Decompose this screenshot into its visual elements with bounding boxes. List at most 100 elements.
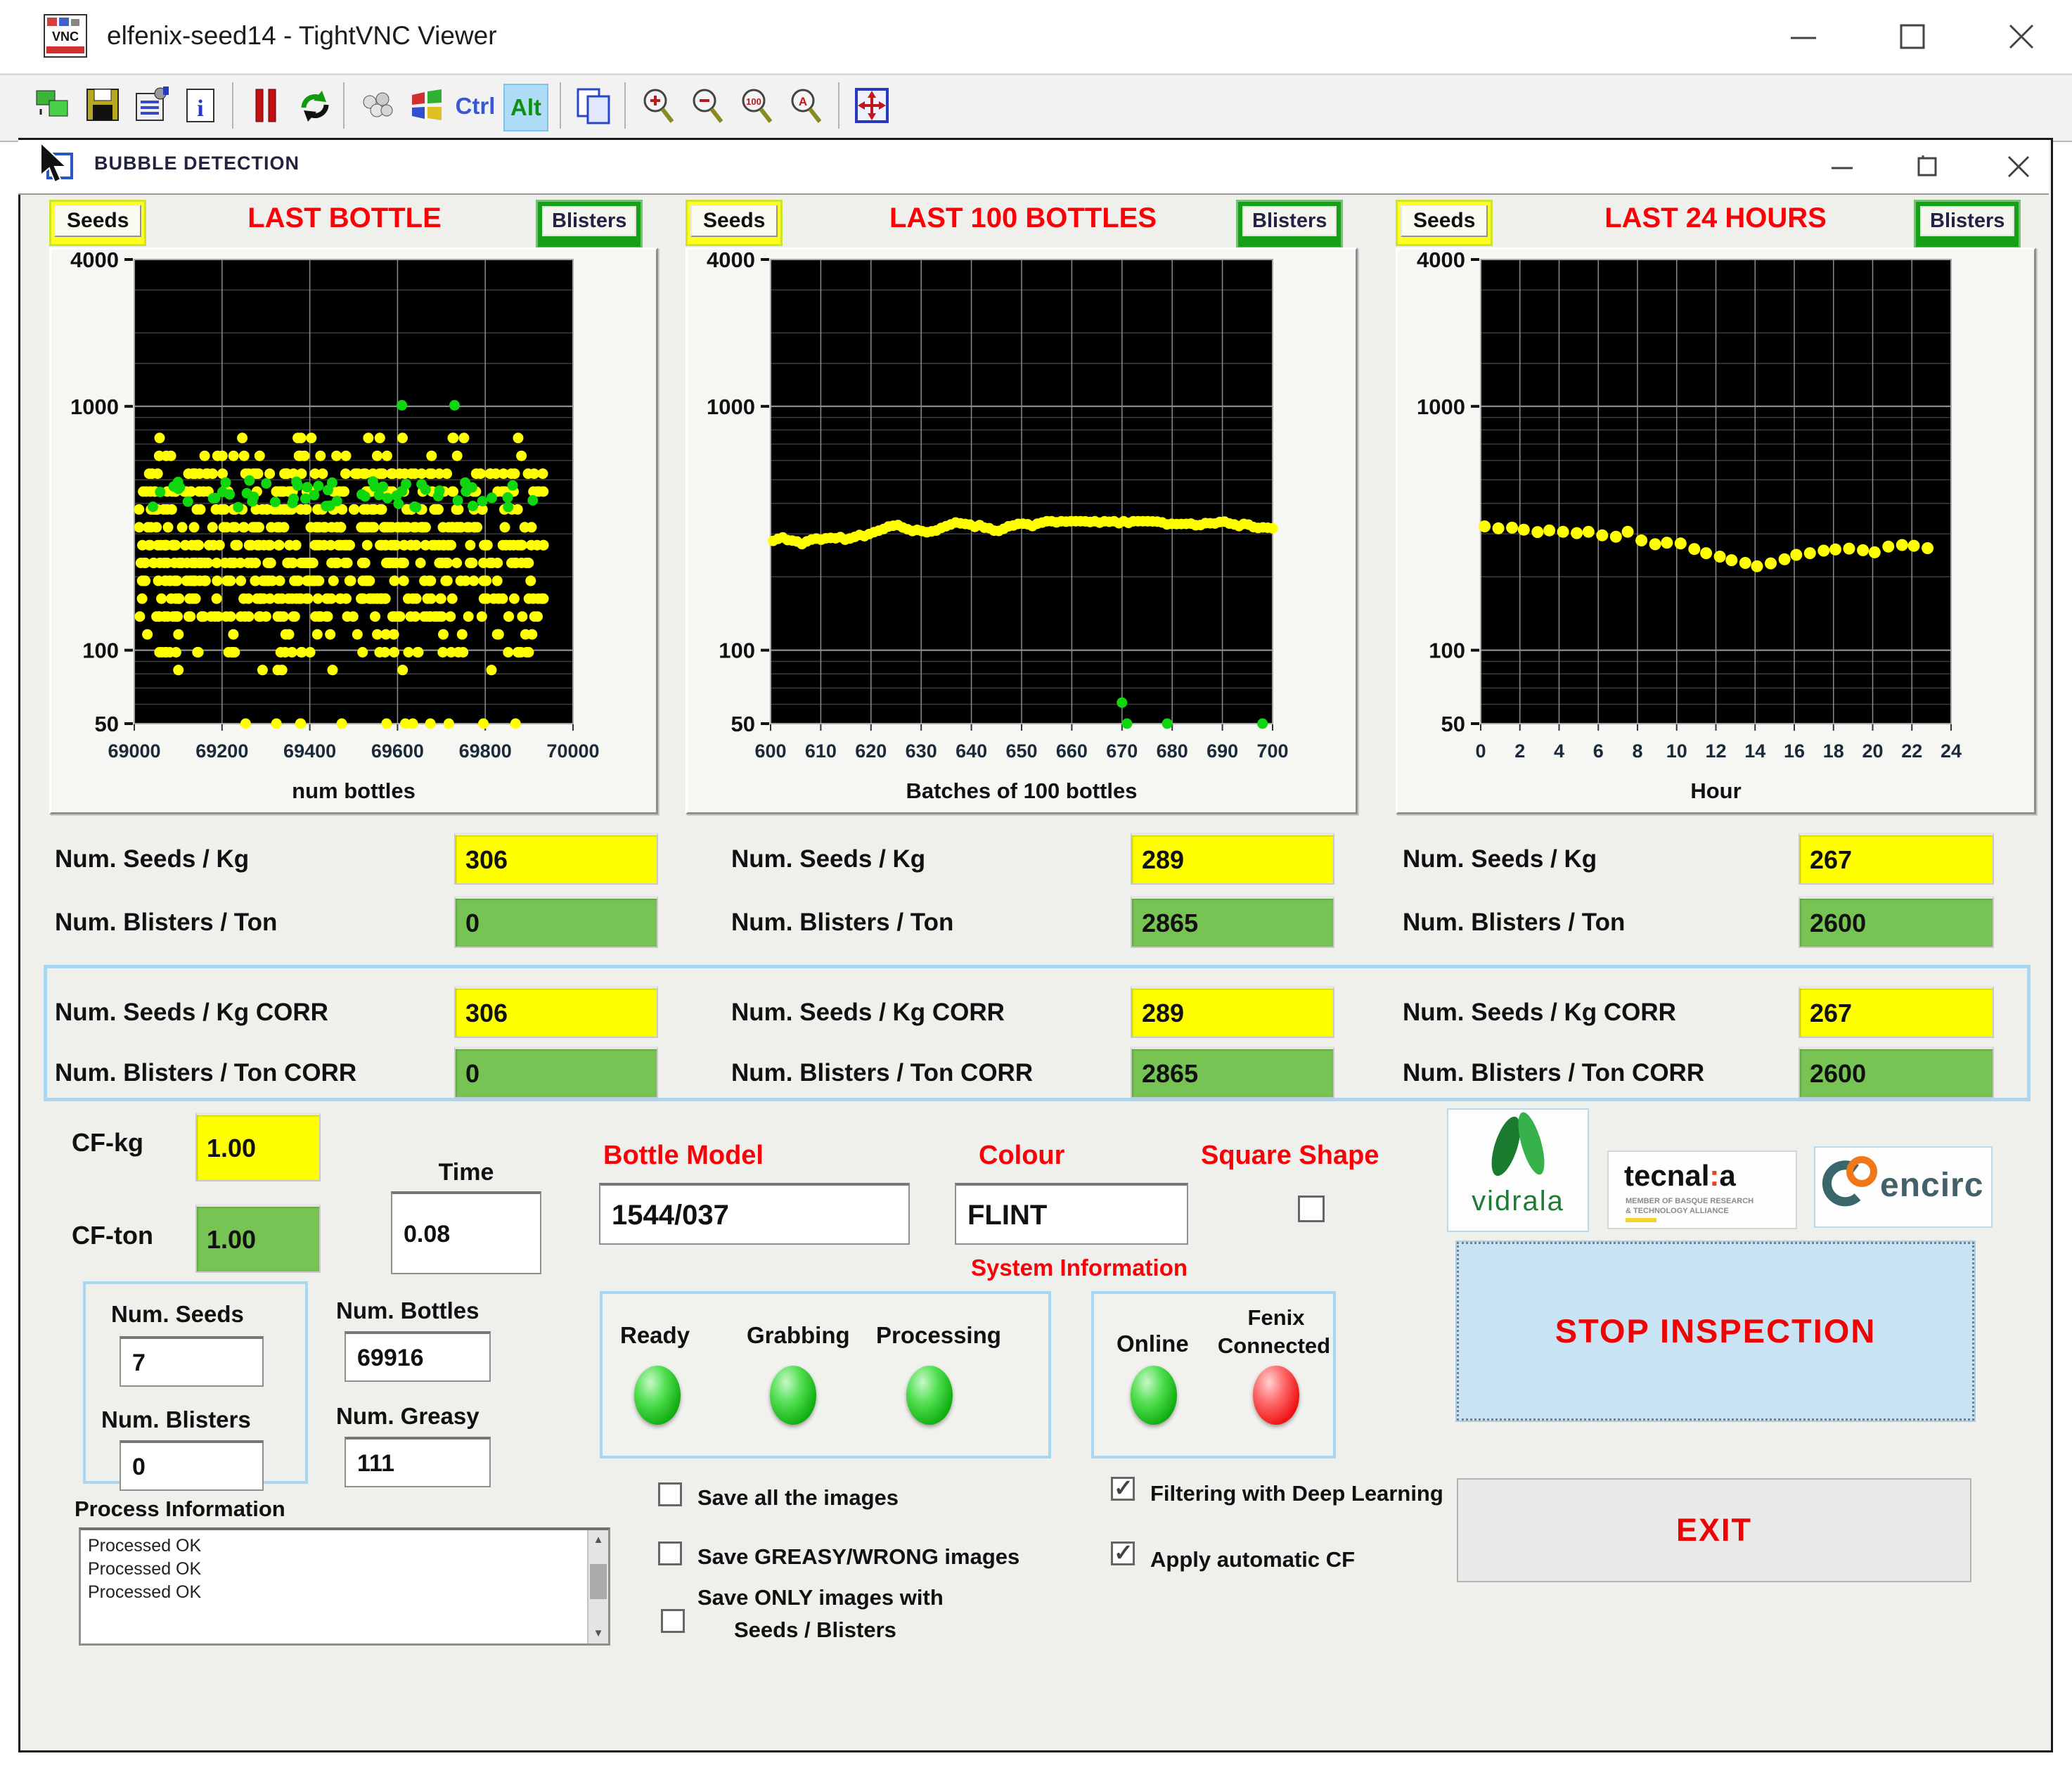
svg-text:Hour: Hour: [1690, 778, 1741, 803]
scroll-down-icon[interactable]: ▼: [588, 1624, 608, 1643]
num-bottles-field[interactable]: 69916: [345, 1331, 491, 1382]
app-minimize-button[interactable]: [1818, 151, 1867, 182]
bottle-model-field[interactable]: 1544/037: [599, 1183, 910, 1245]
colour-label: Colour: [979, 1141, 1064, 1171]
save-all-images-checkbox[interactable]: [658, 1482, 682, 1506]
apply-automatic-cf-label: Apply automatic CF: [1150, 1547, 1355, 1572]
process-information-label: Process Information: [75, 1496, 285, 1522]
chart-last-24-hours: 0246810121416182022244000100010050400000…: [1396, 248, 2036, 814]
num-greasy-field[interactable]: 111: [345, 1437, 491, 1487]
time-field[interactable]: 0.08: [391, 1191, 541, 1274]
connection-info-icon[interactable]: i: [180, 84, 222, 129]
connection-options-icon[interactable]: [131, 84, 173, 129]
svg-text:12: 12: [1705, 741, 1726, 762]
online-label: Online: [1117, 1331, 1189, 1357]
blisters-button-panel2[interactable]: Blisters: [1236, 200, 1343, 249]
process-log[interactable]: Processed OK Processed OK Processed OK ▲…: [79, 1527, 610, 1646]
num-blisters-label: Num. Blisters: [101, 1406, 251, 1433]
save-only-seeds-blisters-checkbox[interactable]: [661, 1609, 685, 1633]
refresh-icon[interactable]: [294, 84, 336, 129]
new-connection-icon[interactable]: [32, 84, 75, 129]
encirc-logo: encirc: [1814, 1146, 1993, 1228]
num-seeds-kg-label: Num. Seeds / Kg: [55, 845, 249, 873]
process-log-scrollbar[interactable]: ▲ ▼: [587, 1530, 608, 1643]
blisters-button-label: Blisters: [1920, 206, 2014, 236]
send-keys-icon[interactable]: [356, 84, 398, 129]
square-shape-checkbox[interactable]: [1298, 1196, 1325, 1222]
svg-text:100: 100: [82, 639, 119, 663]
encirc-wordmark: encirc: [1880, 1166, 1983, 1205]
blisters-button-panel3[interactable]: Blisters: [1914, 200, 2021, 249]
svg-text:1000: 1000: [70, 395, 119, 419]
maximize-button[interactable]: [1881, 15, 1944, 58]
num-blisters-ton-label: Num. Blisters / Ton: [731, 909, 953, 937]
zoom-in-icon[interactable]: [637, 84, 679, 129]
tecnalia-tagline-1: MEMBER OF BASQUE RESEARCH: [1626, 1197, 1754, 1205]
save-greasy-wrong-checkbox[interactable]: [658, 1541, 682, 1565]
svg-text:num bottles: num bottles: [292, 778, 416, 803]
svg-text:650: 650: [1005, 741, 1037, 762]
save-icon[interactable]: [82, 84, 124, 129]
process-log-line: Processed OK: [81, 1558, 608, 1581]
svg-text:8: 8: [1632, 741, 1642, 762]
chart-title-last-24h: LAST 24 HOURS: [1533, 203, 1898, 234]
mouse-cursor: [34, 141, 76, 191]
filtering-deep-learning-checkbox[interactable]: [1111, 1477, 1135, 1501]
tightvnc-window: VNC elfenix-seed14 - TightVNC Viewer i: [0, 0, 2072, 1782]
scatter-plot-last-bottle: 6900069200694006960069800700004000100010…: [51, 250, 656, 812]
num-blisters-ton-value-2: 2865: [1131, 896, 1334, 948]
send-windows-key-icon[interactable]: [405, 84, 447, 129]
tecnalia-yellow-bar: [1626, 1218, 1656, 1222]
svg-text:4000: 4000: [1417, 250, 1465, 272]
num-seeds-kg-value-1: 306: [454, 833, 658, 885]
num-seeds-kg-corr-value-3: 267: [1798, 986, 1994, 1038]
svg-text:14: 14: [1744, 741, 1765, 762]
num-blisters-field[interactable]: 0: [120, 1440, 264, 1491]
svg-text:670: 670: [1106, 741, 1138, 762]
tecnalia-colon: :: [1709, 1159, 1719, 1192]
file-transfer-icon[interactable]: [572, 84, 614, 129]
app-window-title: BUBBLE DETECTION: [94, 153, 300, 174]
zoom-auto-icon[interactable]: A: [785, 84, 827, 129]
seeds-button-label: Seeds: [690, 205, 778, 237]
num-seeds-kg-corr-label: Num. Seeds / Kg CORR: [731, 999, 1005, 1027]
save-greasy-wrong-label: Save GREASY/WRONG images: [697, 1544, 1019, 1570]
num-seeds-kg-corr-value-1: 306: [454, 986, 658, 1038]
svg-text:1000: 1000: [1417, 395, 1465, 419]
toolbar-separator: [560, 82, 561, 129]
minimize-button[interactable]: [1772, 15, 1835, 58]
num-blisters-ton-corr-label: Num. Blisters / Ton CORR: [1403, 1059, 1704, 1087]
cf-ton-value[interactable]: 1.00: [195, 1204, 321, 1273]
exit-button[interactable]: EXIT: [1457, 1478, 1971, 1582]
zoom-out-icon[interactable]: [686, 84, 728, 129]
ctrl-key-button[interactable]: Ctrl: [454, 84, 496, 129]
stop-inspection-button[interactable]: STOP INSPECTION: [1457, 1242, 1974, 1421]
grabbing-label: Grabbing: [747, 1322, 850, 1349]
fenix-label-line1: Fenix: [1220, 1305, 1332, 1331]
vnc-toolbar: i Ctrl Alt 100 A: [0, 74, 2072, 142]
cf-kg-value[interactable]: 1.00: [195, 1113, 321, 1181]
apply-automatic-cf-checkbox[interactable]: [1111, 1541, 1135, 1565]
close-button[interactable]: [1990, 15, 2053, 58]
svg-text:4000: 4000: [70, 250, 119, 272]
svg-text:640: 640: [955, 741, 987, 762]
seeds-button-panel3[interactable]: Seeds: [1396, 200, 1493, 246]
pause-icon[interactable]: [245, 84, 287, 129]
svg-text:10: 10: [1666, 741, 1687, 762]
scrollbar-thumb[interactable]: [590, 1564, 607, 1599]
app-restore-button[interactable]: [1903, 151, 1952, 182]
blisters-button-panel1[interactable]: Blisters: [536, 200, 643, 249]
full-screen-icon[interactable]: [851, 84, 893, 129]
chart-title-last-bottle: LAST BOTTLE: [176, 203, 513, 234]
svg-text:69000: 69000: [108, 741, 160, 762]
alt-key-button[interactable]: Alt: [503, 84, 548, 132]
num-seeds-field[interactable]: 7: [120, 1336, 264, 1387]
app-close-button[interactable]: [1994, 151, 2043, 182]
num-seeds-label: Num. Seeds: [111, 1301, 244, 1328]
seeds-button-panel2[interactable]: Seeds: [686, 200, 783, 246]
scroll-up-icon[interactable]: ▲: [588, 1530, 608, 1550]
blisters-button-label: Blisters: [1242, 206, 1337, 236]
zoom-100-icon[interactable]: 100: [735, 84, 778, 129]
colour-field[interactable]: FLINT: [955, 1183, 1188, 1245]
seeds-button-panel1[interactable]: Seeds: [49, 200, 146, 246]
